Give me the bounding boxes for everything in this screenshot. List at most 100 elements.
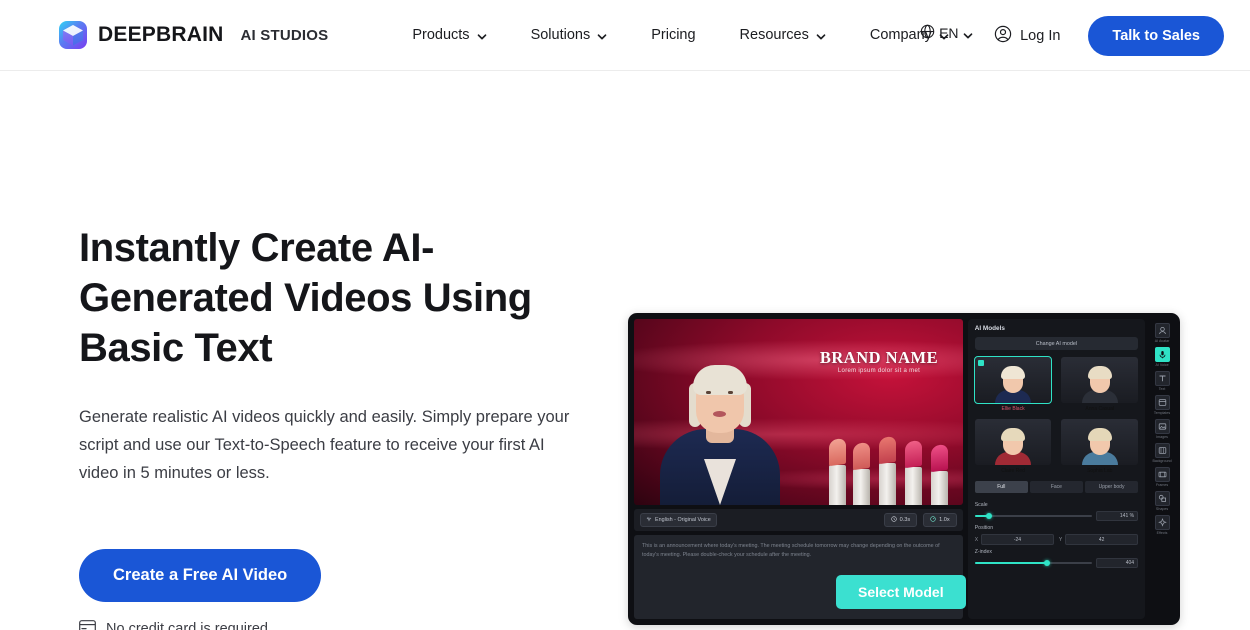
rail-item-text[interactable]: Text <box>1151 371 1173 391</box>
change-ai-model-button[interactable]: Change AI model <box>974 337 1139 350</box>
stage-toolbar: English - Original Voice 0.3s 1.0x <box>634 509 963 531</box>
zindex-value[interactable]: 404 <box>1096 558 1139 568</box>
rail-item-frames[interactable]: Frames <box>1151 467 1173 487</box>
size-tab-face[interactable]: Face <box>1029 481 1083 493</box>
slider-track <box>974 515 1093 517</box>
model-hair <box>1087 366 1112 379</box>
ai-models-panel: AI Models Change AI model Ellie Black An… <box>967 319 1146 619</box>
slider-fill <box>974 562 1048 564</box>
nav-label: Resources <box>739 27 809 43</box>
panel-title: AI Models <box>974 325 1005 332</box>
login-label: Log In <box>1020 27 1061 44</box>
chevron-down-icon <box>477 30 487 40</box>
rail-item-background[interactable]: Background <box>1151 443 1173 463</box>
lipstick-item <box>852 441 870 505</box>
no-credit-card-label: No credit card is required <box>106 620 268 630</box>
position-x-input[interactable]: -24 <box>981 534 1054 545</box>
lipstick-item <box>878 435 896 505</box>
rail-item-ai-avatar[interactable]: AI Avatar <box>1151 323 1173 343</box>
main-nav: Products Solutions Pricing Resources Com… <box>390 18 971 52</box>
model-card[interactable]: Ellie Black <box>973 356 1053 412</box>
rail-item-images[interactable]: Images <box>1151 419 1173 439</box>
nav-label: Solutions <box>530 27 591 43</box>
zindex-control: 404 <box>974 558 1139 568</box>
video-preview[interactable]: BRAND NAME Lorem ipsum dolor sit a met <box>634 319 963 505</box>
credit-card-icon <box>79 620 96 630</box>
nav-label: Products <box>412 27 470 43</box>
language-label: EN <box>939 25 959 41</box>
position-x-axis-label: X <box>974 536 979 543</box>
rail-item-shapes[interactable]: Shapes <box>1151 491 1173 511</box>
shape-icon <box>1154 491 1170 506</box>
voice-language-label: English - Original Voice <box>655 517 711 523</box>
selected-indicator-icon <box>977 360 984 366</box>
model-card[interactable]: Anna Casual <box>1061 357 1139 412</box>
rail-label: Images <box>1156 435 1168 439</box>
rail-item-effects[interactable]: Effects <box>1151 515 1173 535</box>
nav-item-solutions[interactable]: Solutions <box>509 18 630 52</box>
chevron-down-icon <box>816 30 826 40</box>
rail-label: AI Voice <box>1155 363 1169 367</box>
presenter-eye-right <box>728 391 733 394</box>
presenter-hair <box>693 365 747 395</box>
nav-label: Pricing <box>651 27 696 43</box>
pause-duration-chip[interactable]: 0.3s <box>883 513 918 527</box>
text-icon <box>1154 371 1170 386</box>
rail-item-ai-voice[interactable]: AI Voice <box>1151 347 1173 367</box>
model-thumbnail[interactable] <box>1061 419 1139 465</box>
speed-chip[interactable]: 1.0x <box>923 513 957 527</box>
brand-suffix: AI STUDIOS <box>240 26 329 44</box>
rail-label: AI Avatar <box>1154 339 1170 343</box>
slider-knob[interactable] <box>985 513 992 519</box>
position-label: Position <box>974 525 994 531</box>
talk-to-sales-button[interactable]: Talk to Sales <box>1088 15 1224 56</box>
presenter-mouth <box>713 411 726 417</box>
position-y-input[interactable]: 42 <box>1065 534 1139 545</box>
scale-value[interactable]: 141 % <box>1096 511 1139 521</box>
wave-icon <box>646 516 652 524</box>
mockup-stage: BRAND NAME Lorem ipsum dolor sit a met E… <box>634 319 963 619</box>
zindex-slider[interactable] <box>974 559 1093 568</box>
lipstick-tube <box>930 471 948 505</box>
clock-icon <box>890 516 897 524</box>
scale-slider[interactable] <box>974 512 1093 521</box>
page-title: Instantly Create AI-Generated Videos Usi… <box>79 226 532 370</box>
lipstick-tube <box>904 467 922 505</box>
lipstick-item <box>904 439 922 505</box>
login-link[interactable]: Log In <box>978 25 1076 47</box>
size-tab-upper-body[interactable]: Upper body <box>1084 481 1139 493</box>
size-tab-full[interactable]: Full <box>974 481 1028 493</box>
brand-name: DEEPBRAIN <box>98 23 224 46</box>
model-thumbnail[interactable] <box>1061 357 1139 403</box>
nav-item-products[interactable]: Products <box>390 18 508 52</box>
chevron-down-icon <box>597 30 607 40</box>
model-thumbnail[interactable] <box>974 419 1052 465</box>
slider-knob[interactable] <box>1044 560 1051 566</box>
model-name: Claire Red <box>1001 468 1025 474</box>
select-model-button[interactable]: Select Model <box>836 575 966 609</box>
nav-item-pricing[interactable]: Pricing <box>629 18 717 52</box>
model-hair <box>1001 366 1026 379</box>
speed-icon <box>930 516 936 524</box>
lipstick-tube <box>828 465 846 505</box>
model-hair <box>1001 428 1026 441</box>
model-thumbnail[interactable] <box>973 356 1053 404</box>
lipstick-item <box>828 437 846 505</box>
create-free-ai-video-button[interactable]: Create a Free AI Video <box>79 549 322 602</box>
video-brand-subtitle: Lorem ipsum dolor sit a met <box>837 368 921 374</box>
image-icon <box>1154 419 1170 434</box>
position-y-axis-label: Y <box>1058 536 1063 543</box>
nav-item-resources[interactable]: Resources <box>718 18 848 52</box>
lipstick-tip <box>930 443 948 473</box>
scale-label: Scale <box>974 502 988 508</box>
brand-logo-link[interactable]: DEEPBRAIN AI STUDIOS <box>58 20 328 50</box>
ai-presenter <box>656 345 784 505</box>
hero-copy: Instantly Create AI-Generated Videos Usi… <box>0 71 590 630</box>
model-name: Ellie Black <box>1001 406 1025 412</box>
model-card[interactable]: Claire Red <box>974 419 1052 474</box>
model-card[interactable]: Sophia Lab <box>1061 419 1139 474</box>
language-selector[interactable]: EN <box>920 24 972 42</box>
rail-item-templates[interactable]: Templates <box>1151 395 1173 415</box>
voice-language-selector[interactable]: English - Original Voice <box>640 513 717 527</box>
rail-label: Templates <box>1153 411 1171 415</box>
